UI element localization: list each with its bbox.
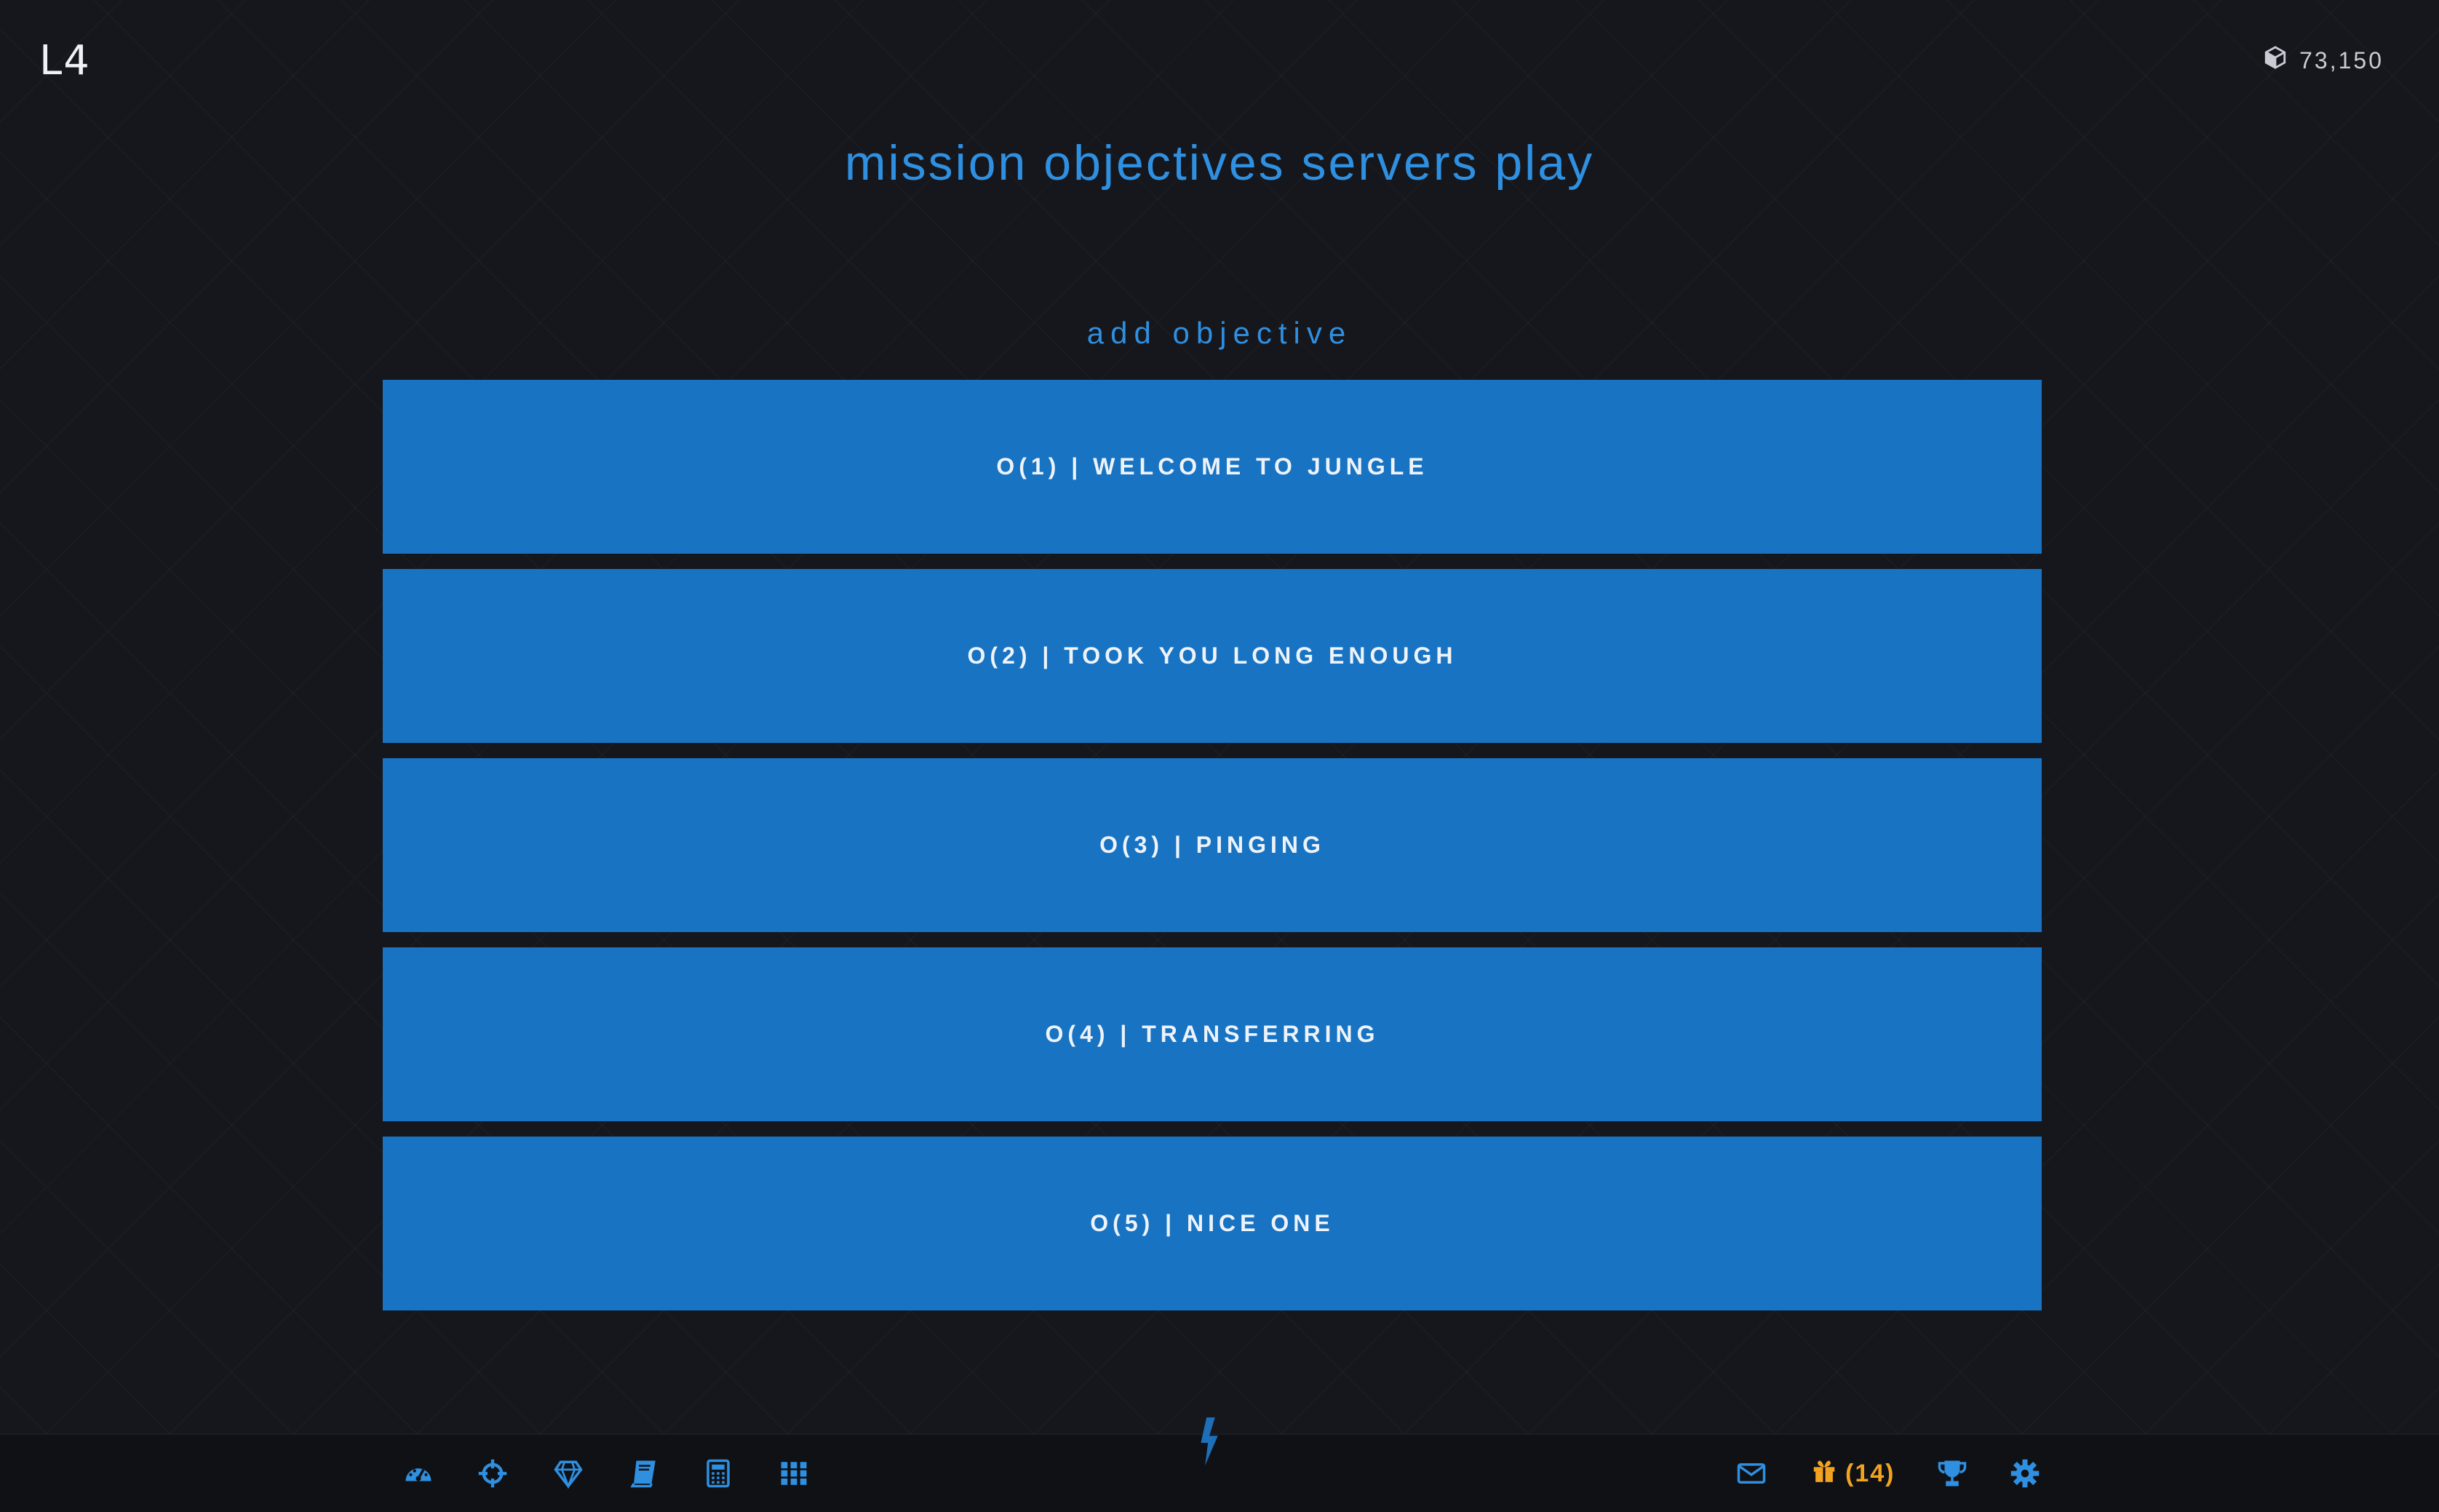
mail-icon[interactable] [1735,1457,1768,1490]
trophy-icon[interactable] [1935,1457,1969,1490]
objective-button-3[interactable]: O(3) | PINGING [383,758,2042,932]
gear-icon[interactable] [2008,1457,2042,1490]
dashboard-icon[interactable] [402,1457,435,1490]
currency-display: 73,150 [2263,45,2384,76]
gift-count: (14) [1845,1460,1895,1487]
gem-icon[interactable] [552,1457,585,1490]
gift-icon [1810,1457,1838,1491]
objective-button-2[interactable]: O(2) | TOOK YOU LONG ENOUGH [383,569,2042,743]
page-title: mission objectives servers play [844,135,1595,191]
objectives-list: O(1) | WELCOME TO JUNGLE O(2) | TOOK YOU… [383,380,2042,1310]
add-objective-button[interactable]: add objective [0,316,2439,351]
grid-icon[interactable] [777,1457,811,1490]
gift-button[interactable]: (14) [1810,1457,1895,1491]
crosshair-icon[interactable] [476,1457,509,1490]
cube-icon [2263,45,2288,76]
objective-button-1[interactable]: O(1) | WELCOME TO JUNGLE [383,380,2042,554]
objective-button-4[interactable]: O(4) | TRANSFERRING [383,947,2042,1121]
bottom-toolbar: (14) [0,1417,2439,1512]
calculator-icon[interactable] [701,1457,735,1490]
currency-value: 73,150 [2299,47,2384,73]
book-icon[interactable] [627,1457,661,1490]
app-logo[interactable]: L4 [39,41,91,81]
objective-button-5[interactable]: O(5) | NICE ONE [383,1137,2042,1310]
lightning-bolt-icon[interactable] [1193,1416,1228,1467]
